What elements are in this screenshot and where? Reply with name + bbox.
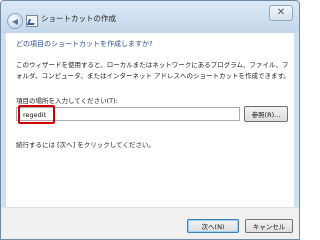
dialog-footer: 次へ(N) キャンセル bbox=[1, 207, 299, 239]
cancel-button[interactable]: キャンセル bbox=[245, 219, 293, 233]
title-bar: ◀ ショートカットの作成 ✕ bbox=[1, 1, 299, 33]
wizard-description: このウィザードを使用すると、ローカルまたはネットワークにあるプログラム、ファイル… bbox=[16, 61, 290, 80]
location-input[interactable]: regedit bbox=[16, 107, 240, 121]
shortcut-icon bbox=[26, 15, 38, 27]
next-button[interactable]: 次へ(N) bbox=[187, 219, 239, 233]
back-button[interactable]: ◀ bbox=[7, 13, 23, 29]
continue-instruction: 続行するには [次へ] をクリックしてください。 bbox=[16, 141, 155, 149]
wizard-content: どの項目のショートカットを作成しますか? このウィザードを使用すると、ローカルま… bbox=[6, 33, 294, 207]
wizard-heading: どの項目のショートカットを作成しますか? bbox=[16, 40, 153, 48]
location-field-label: 項目の場所を入力してください(T): bbox=[16, 97, 118, 105]
browse-button[interactable]: 参照(R)... bbox=[244, 106, 288, 122]
close-icon: ✕ bbox=[276, 7, 286, 18]
create-shortcut-dialog: ◀ ショートカットの作成 ✕ どの項目のショートカットを作成しますか? このウィ… bbox=[0, 0, 300, 240]
close-button[interactable]: ✕ bbox=[269, 5, 293, 21]
window-title: ショートカットの作成 bbox=[41, 14, 116, 23]
back-arrow-icon: ◀ bbox=[11, 16, 19, 26]
